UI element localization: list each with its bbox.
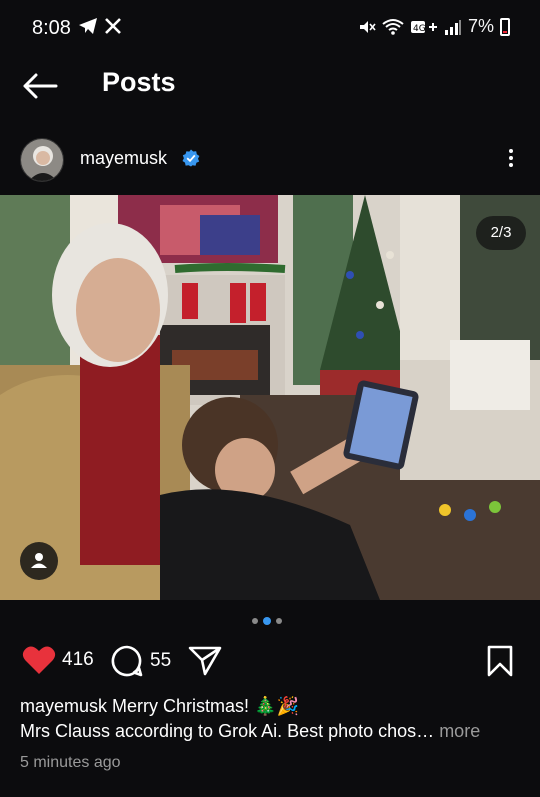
back-arrow-icon[interactable] [20,70,60,102]
carousel-indicator [252,617,282,625]
battery-icon [500,17,510,36]
caption-username[interactable]: mayemusk [20,696,107,716]
telegram-icon [79,18,97,34]
image-counter: 2/3 [476,216,526,250]
more-link[interactable]: more [434,721,480,741]
tagged-people-button[interactable] [20,542,58,580]
like-count: 416 [62,649,94,670]
comment-icon [111,645,143,677]
caption-line-1: mayemusk Merry Christmas! 🎄🎉 [20,694,520,719]
heart-icon [22,646,56,674]
share-icon[interactable] [188,645,222,677]
person-icon [31,553,47,568]
wifi-icon [382,18,404,35]
username[interactable]: mayemusk [80,148,167,169]
post-header: mayemusk [0,134,540,186]
post-photo[interactable]: 2/3 [0,195,540,600]
page-title: Posts [102,67,176,97]
post-caption: mayemusk Merry Christmas! 🎄🎉 Mrs Clauss … [20,694,520,744]
comment-button[interactable]: 55 [110,645,171,677]
caption-line-2: Mrs Clauss according to Grok Ai. Best ph… [20,719,520,744]
caption-text-2: Mrs Clauss according to Grok Ai. Best ph… [20,721,435,741]
carousel-dot [276,618,282,624]
mute-icon [359,20,376,33]
bookmark-icon[interactable] [486,645,514,677]
status-time: 8:08 [32,17,71,39]
status-left-icons [78,17,122,35]
post-actions: 416 55 [0,640,540,684]
status-right-icons: 4G 7% [358,16,510,37]
4g-plus-icon: 4G [410,20,437,34]
photo-illustration [0,195,540,600]
like-button[interactable]: 416 [22,645,94,675]
battery-percent: 7% [467,16,494,36]
comment-count: 55 [150,650,172,671]
carousel-dot [252,618,258,624]
app-header: Posts [0,56,540,116]
caption-text-1: Merry Christmas! 🎄🎉 [112,696,299,716]
more-options-icon[interactable] [506,146,516,172]
svg-text:4G: 4G [413,24,426,34]
status-bar: 8:08 4G 7% [0,0,540,56]
verified-badge-icon [182,149,200,167]
x-icon [105,18,121,34]
avatar[interactable] [20,138,64,182]
signal-icon [444,19,461,35]
carousel-dot-active [263,617,271,625]
post-timestamp: 5 minutes ago [20,754,121,771]
